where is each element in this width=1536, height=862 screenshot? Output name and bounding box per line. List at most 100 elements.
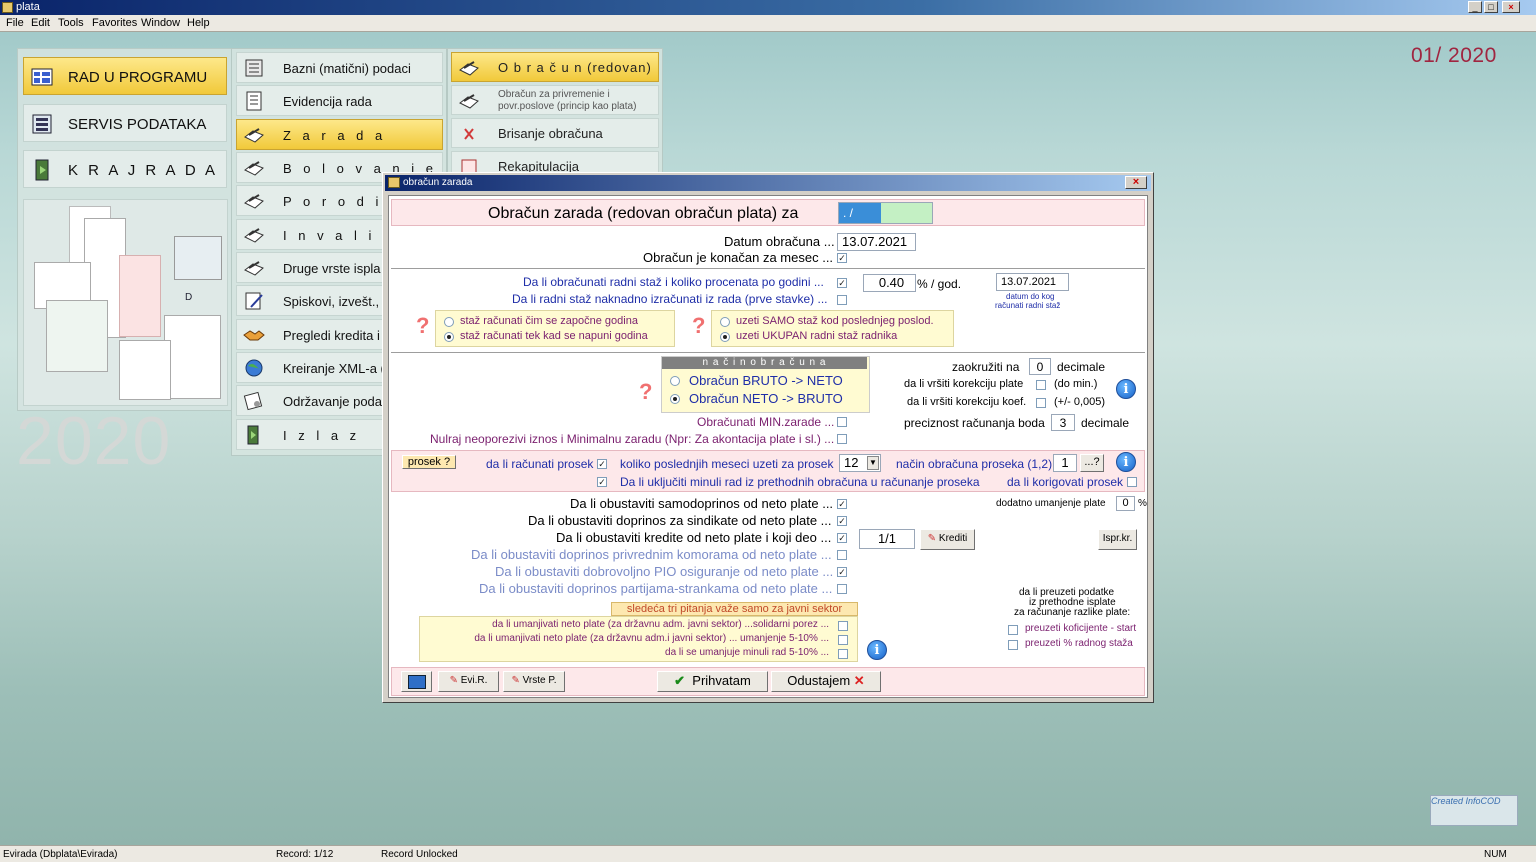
krediti-label: Da li obustaviti kredite od neto plate i… — [556, 530, 832, 545]
obracun-submenu: O b r a č u n (redovan) Obračun za privr… — [447, 48, 663, 181]
staz-percent-input[interactable]: 0.40 — [863, 274, 916, 292]
menu-tools[interactable]: Tools — [58, 17, 84, 29]
sektor-info-icon[interactable]: i — [867, 640, 887, 660]
minimize-button[interactable]: _ — [1468, 1, 1482, 13]
korekcija-info-icon[interactable]: i — [1116, 379, 1136, 399]
staz-opt2-radio[interactable] — [444, 332, 454, 342]
sub-item-obracun-privremeni[interactable]: Obračun za privremenie i povr.poslove (p… — [451, 85, 659, 115]
krediti-button[interactable]: ✎ Krediti — [920, 529, 975, 550]
nulraj-checkbox[interactable] — [837, 434, 847, 444]
staz-opt1-radio[interactable] — [444, 317, 454, 327]
sindikat-checkbox[interactable]: ✓ — [837, 516, 847, 526]
sektor2-checkbox[interactable] — [838, 635, 848, 645]
umanjenje-input[interactable]: 0 — [1116, 496, 1135, 511]
korigovati-label: da li korigovati prosek — [1007, 475, 1124, 489]
partija-checkbox[interactable] — [837, 584, 847, 594]
menu-edit[interactable]: Edit — [31, 17, 50, 29]
hand-writing-icon — [244, 161, 264, 176]
zaokruziti-input[interactable]: 0 — [1029, 358, 1051, 375]
korekcija-koef-checkbox[interactable] — [1036, 398, 1046, 408]
zaokruziti-label: zaokružiti na — [952, 360, 1020, 374]
uzeti-opt1-label: uzeti SAMO staž kod poslednjeg poslod. — [736, 315, 934, 327]
uzeti-opt1-radio[interactable] — [720, 317, 730, 327]
period-input[interactable]: . / — [838, 202, 933, 224]
menu-help[interactable]: Help — [187, 17, 210, 29]
minuli-checkbox[interactable]: ✓ — [597, 477, 607, 487]
staz-help-icon[interactable]: ? — [416, 313, 429, 339]
nacin-help-icon[interactable]: ? — [639, 379, 652, 405]
sub-item-zarada[interactable]: Z a r a d a — [236, 119, 443, 150]
close-button[interactable]: × — [1502, 1, 1520, 13]
pio-checkbox[interactable]: ✓ — [837, 567, 847, 577]
sub-item-evidencija-rada[interactable]: Evidencija rada — [236, 85, 443, 116]
komora-checkbox[interactable] — [837, 550, 847, 560]
menu-file[interactable]: File — [6, 17, 24, 29]
calculator-icon — [407, 674, 426, 689]
evi-r-button[interactable]: ✎ Evi.R. — [438, 671, 499, 692]
sindikat-label: Da li obustaviti doprinos za sindikate o… — [528, 513, 832, 528]
naknadno-label: Da li radni staž naknadno izračunati iz … — [512, 292, 828, 306]
dialog-close-button[interactable]: × — [1125, 176, 1147, 189]
min-zarade-checkbox[interactable] — [837, 417, 847, 427]
umanjenje-unit: % — [1138, 498, 1147, 509]
main-btn-servis-podataka[interactable]: SERVIS PODATAKA — [23, 104, 227, 142]
staz-date-caption2: računati radni staž — [995, 301, 1061, 310]
hand-writing-icon — [244, 194, 264, 209]
ispr-kr-button[interactable]: Ispr.kr. — [1098, 529, 1137, 550]
korekcija-plate-checkbox[interactable] — [1036, 380, 1046, 390]
menu-favorites[interactable]: Favorites — [92, 17, 137, 29]
chevron-down-icon[interactable]: ▼ — [867, 456, 879, 470]
nacin-proseka-button[interactable]: ...? — [1080, 454, 1104, 472]
preuzeti-koef-checkbox[interactable] — [1008, 625, 1018, 635]
staz-checkbox[interactable]: ✓ — [837, 278, 847, 288]
sub-item-bazni-podaci[interactable]: Bazni (matični) podaci — [236, 52, 443, 83]
odustajem-button[interactable]: Odustajem ✕ — [771, 671, 881, 692]
samodoprinos-checkbox[interactable]: ✓ — [837, 499, 847, 509]
prosek-info-icon[interactable]: i — [1116, 452, 1136, 472]
sektor1-checkbox[interactable] — [838, 621, 848, 631]
preciznost-input[interactable]: 3 — [1051, 414, 1075, 431]
sub-item-label-line2: povr.poslove (princip kao plata) — [498, 101, 637, 112]
hand-writing-icon — [244, 261, 264, 276]
globe-icon — [245, 359, 263, 377]
nacin-proseka-label: način obračuna proseka (1,2) — [896, 457, 1053, 471]
bruto-neto-radio[interactable] — [670, 376, 680, 386]
datum-input[interactable]: 13.07.2021 — [837, 233, 916, 251]
nacin-obracuna-box: n a č i n o b r a č u n a Obračun BRUTO … — [661, 356, 870, 413]
krediti-input[interactable]: 1/1 — [859, 529, 915, 549]
main-btn-kraj-rada[interactable]: K R A J R A D A — [23, 150, 227, 188]
prosek-checkbox[interactable]: ✓ — [597, 459, 607, 469]
krediti-button-label: Krediti — [938, 533, 968, 544]
calculator-button[interactable] — [401, 671, 432, 692]
prihvatam-button[interactable]: ✔ Prihvatam — [657, 671, 768, 692]
pencil-icon: ✎ — [927, 533, 937, 544]
vrste-p-button[interactable]: ✎ Vrste P. — [503, 671, 565, 692]
sektor-header: sledeća tri pitanja važe samo za javni s… — [611, 602, 858, 616]
sub-item-brisanje-obracuna[interactable]: Brisanje obračuna — [451, 118, 659, 148]
neto-bruto-radio[interactable] — [670, 394, 680, 404]
korigovati-checkbox[interactable] — [1127, 477, 1137, 487]
konacan-checkbox[interactable]: ✓ — [837, 253, 847, 263]
preuzeti-staz-label: preuzeti % radnog staža — [1025, 638, 1133, 649]
preuzeti-staz-checkbox[interactable] — [1008, 640, 1018, 650]
main-menu-panel: RAD U PROGRAMU SERVIS PODATAKA K R A J R… — [17, 48, 232, 411]
nacin-proseka-input[interactable]: 1 — [1053, 454, 1077, 472]
menu-window[interactable]: Window — [141, 17, 180, 29]
sektor3-checkbox[interactable] — [838, 649, 848, 659]
sub-item-obracun-redovan[interactable]: O b r a č u n (redovan) — [451, 52, 659, 82]
maximize-button[interactable]: □ — [1484, 1, 1498, 13]
hand-writing-icon — [244, 228, 264, 243]
main-btn-rad-u-programu[interactable]: RAD U PROGRAMU — [23, 57, 227, 95]
dialog-titlebar: obračun zarada × — [385, 175, 1151, 191]
odustajem-label: Odustajem — [787, 673, 851, 688]
prosek-help-button[interactable]: prosek ? — [402, 455, 456, 469]
exit-door-icon — [247, 425, 259, 445]
krediti-checkbox[interactable]: ✓ — [837, 533, 847, 543]
naknadno-checkbox[interactable] — [837, 295, 847, 305]
staz-date-input[interactable]: 13.07.2021 — [996, 273, 1069, 291]
status-num: NUM — [1484, 849, 1507, 860]
partija-label: Da li obustaviti doprinos partijama-stra… — [479, 581, 833, 596]
uzeti-opt2-radio[interactable] — [720, 332, 730, 342]
uzeti-help-icon[interactable]: ? — [692, 313, 705, 339]
checkmark-icon: ✔ — [674, 673, 686, 688]
